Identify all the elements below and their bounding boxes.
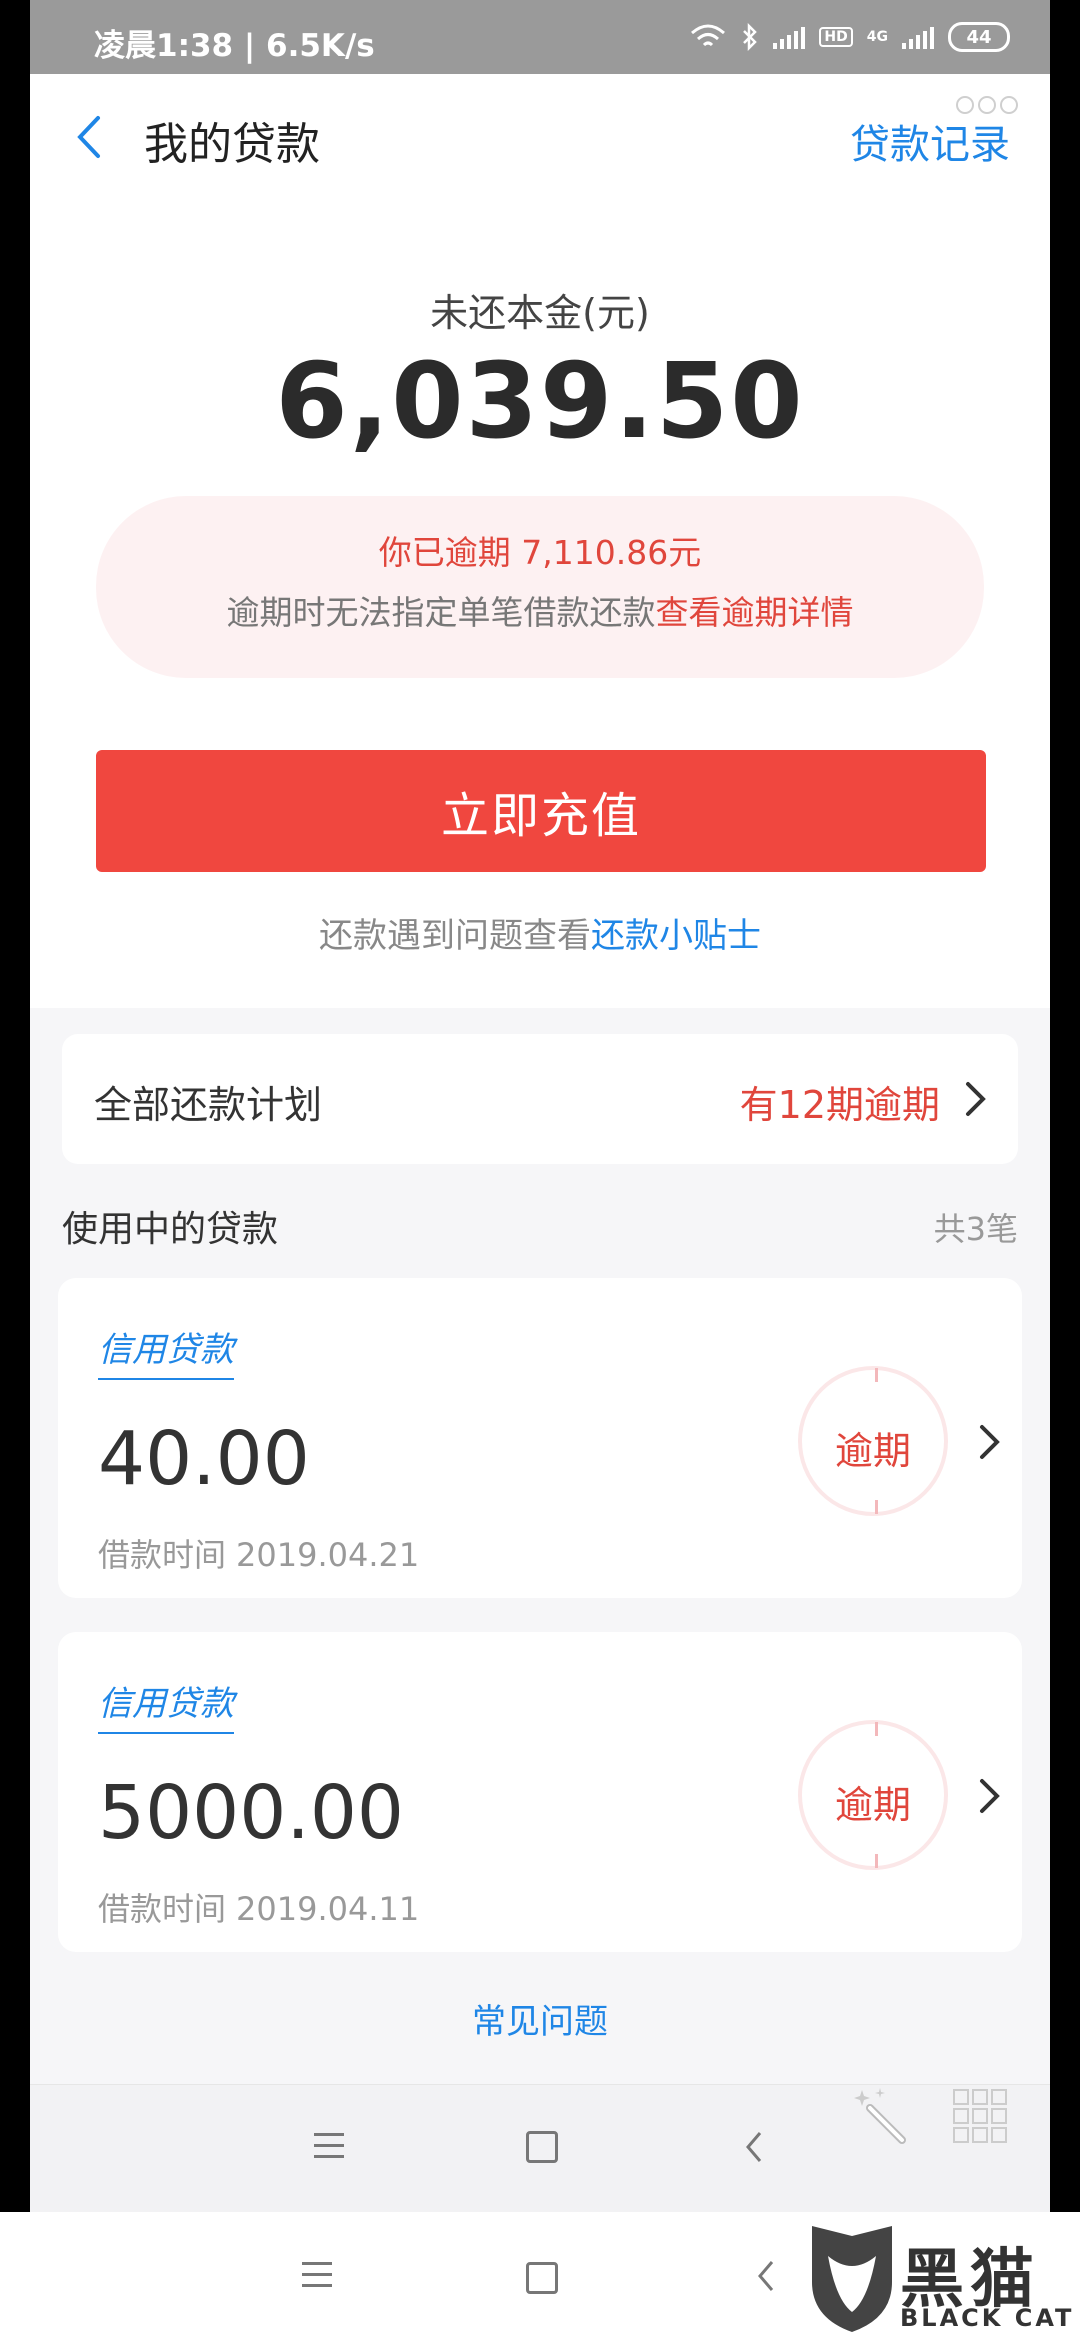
loan-card[interactable]: 信用贷款 40.00 借款时间 2019.04.21 逾期 [58, 1278, 1022, 1598]
loan-amount: 5000.00 [98, 1770, 405, 1856]
status-bar: 凌晨1:38 | 6.5K/s HD 4G 44 [30, 0, 1050, 74]
loan-date-label: 借款时间 [98, 1890, 227, 1928]
home-icon[interactable] [526, 2131, 558, 2163]
loan-count: 共3笔 [933, 1210, 1018, 1248]
battery-icon: 44 [948, 22, 1010, 52]
loan-date: 借款时间 2019.04.11 [98, 1884, 419, 1930]
phone-screen: 凌晨1:38 | 6.5K/s HD 4G 44 我的贷款 贷款记录 未还本金( [30, 0, 1050, 2212]
loan-type: 信用贷款 [98, 1330, 234, 1370]
overdue-details-link[interactable]: 查看逾期详情 [656, 593, 854, 632]
chevron-right-icon [980, 1425, 1000, 1459]
top-nav: 我的贷款 贷款记录 [30, 74, 1050, 201]
menu-icon[interactable] [302, 2262, 332, 2287]
black-cat-logo-icon [812, 2226, 892, 2332]
loan-type-underline [98, 1378, 234, 1380]
principal-label: 未还本金(元) [430, 291, 650, 335]
overdue-hint: 逾期时无法指定单笔借款还款 [226, 593, 656, 632]
magic-wand-icon[interactable] [850, 2084, 914, 2148]
ring-tick [875, 1368, 878, 1382]
signal-icon [773, 25, 806, 49]
back-arrow-icon[interactable] [66, 112, 116, 162]
faq-link[interactable]: 常见问题 [30, 1994, 1050, 2043]
hd-badge: HD [819, 27, 853, 47]
overdue-notice-box: 你已逾期 7,110.86元 逾期时无法指定单笔借款还款查看逾期详情 [96, 496, 984, 678]
overdue-status-ring: 逾期 [798, 1366, 948, 1516]
tips-text: 还款遇到问题查看 [319, 916, 591, 956]
loan-status: 逾期 [834, 1783, 911, 1827]
back-icon[interactable] [742, 2127, 766, 2167]
recharge-button[interactable]: 立即充值 [96, 750, 986, 872]
plan-label: 全部还款计划 [94, 1083, 323, 1127]
loan-type: 信用贷款 [98, 1684, 234, 1724]
ring-tick [875, 1722, 878, 1736]
loan-records-link[interactable]: 贷款记录 [850, 112, 1010, 170]
loan-date-label: 借款时间 [98, 1536, 227, 1574]
loan-date-value: 2019.04.21 [236, 1536, 420, 1574]
loan-card[interactable]: 信用贷款 5000.00 借款时间 2019.04.11 逾期 [58, 1632, 1022, 1952]
signal-4g-icon [902, 25, 934, 49]
chevron-right-icon [966, 1082, 986, 1116]
overdue-status-ring: 逾期 [798, 1720, 948, 1870]
menu-icon[interactable] [314, 2133, 344, 2158]
repayment-plan-row[interactable]: 全部还款计划 有12期逾期 [62, 1034, 1018, 1164]
loan-date: 借款时间 2019.04.21 [98, 1530, 419, 1576]
ring-tick [875, 1500, 878, 1514]
home-icon[interactable] [526, 2262, 558, 2294]
ring-tick [875, 1854, 878, 1868]
page-title: 我的贷款 [144, 119, 320, 170]
watermark: 黑猫 BLACK CAT [800, 2218, 1080, 2340]
status-time: 凌晨1:38 | 6.5K/s [94, 28, 375, 64]
loan-status: 逾期 [834, 1429, 911, 1473]
status-icons: HD 4G 44 [689, 22, 1010, 52]
overdue-amount: 你已逾期 7,110.86元 [378, 533, 702, 572]
overdue-hint-line: 逾期时无法指定单笔借款还款查看逾期详情 [96, 586, 984, 634]
keypad-icon[interactable] [950, 2086, 1010, 2146]
wifi-icon [691, 24, 726, 47]
repayment-tips-link[interactable]: 还款小贴士 [591, 916, 761, 956]
section-title: 使用中的贷款 [62, 1209, 279, 1250]
chevron-right-icon [980, 1779, 1000, 1813]
loans-section-header: 使用中的贷款 共3笔 [62, 1200, 1018, 1250]
back-icon[interactable] [754, 2256, 778, 2296]
loan-type-underline [98, 1732, 234, 1734]
repayment-tips-line: 还款遇到问题查看还款小贴士 [30, 908, 1050, 957]
loan-date-value: 2019.04.11 [236, 1890, 420, 1928]
plan-overdue-status: 有12期逾期 [739, 1083, 940, 1127]
watermark-subtitle: BLACK CAT [900, 2304, 1075, 2332]
principal-amount: 6,039.50 [275, 340, 805, 462]
loan-summary: 未还本金(元) 6,039.50 你已逾期 7,110.86元 逾期时无法指定单… [30, 200, 1050, 1008]
network-type: 4G [866, 29, 888, 45]
bluetooth-icon [743, 23, 758, 51]
loan-amount: 40.00 [98, 1416, 310, 1502]
